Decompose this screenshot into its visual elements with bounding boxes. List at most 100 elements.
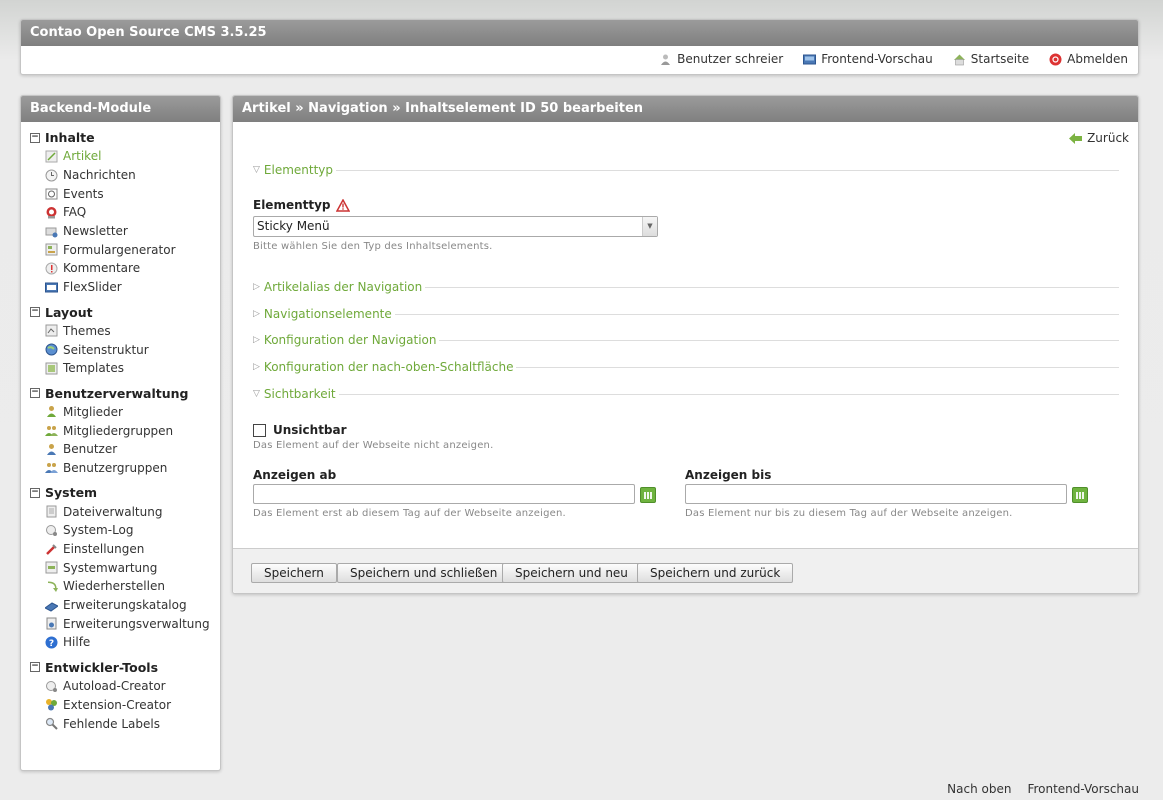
legend-konfiguration[interactable]: ▷ Konfiguration der Navigation [253,332,1119,348]
legend-nachoben[interactable]: ▷ Konfiguration der nach-oben-Schaltfläc… [253,359,1119,375]
sidebar-item-autoload-creator[interactable]: Autoload-Creator [30,677,220,696]
frontend-preview-link[interactable]: Frontend-Vorschau [803,52,933,66]
sidebar-item-artikel[interactable]: Artikel [30,147,220,166]
sidebar-item-benutzergruppen[interactable]: Benutzergruppen [30,459,220,478]
sidebar-item-label: Dateiverwaltung [63,504,163,519]
home-icon [953,53,966,66]
sidebar-item-templates[interactable]: Templates [30,359,220,378]
sidebar-item-kommentare[interactable]: Kommentare [30,259,220,278]
legend-label: Navigationselemente [263,307,392,321]
sidebar-item-label: Kommentare [63,261,141,276]
home-link[interactable]: Startseite [953,52,1029,66]
settings-icon [45,543,58,556]
sidebar-title: Backend-Module [21,96,220,122]
sidebar-item-wiederherstellen[interactable]: Wiederherstellen [30,577,220,596]
save-back-button[interactable]: Speichern und zurück [637,563,794,583]
footer-preview-link[interactable]: Frontend-Vorschau [1027,782,1139,796]
nav-group-label: Entwickler-Tools [45,659,159,675]
calendar-icon[interactable] [640,487,656,503]
save-close-button[interactable]: Speichern und schließen [337,563,511,583]
sidebar-item-label: Seitenstruktur [63,342,149,357]
newsletter-icon [45,225,58,238]
sidebar-item-erweiterungskatalog[interactable]: Erweiterungskatalog [30,596,220,615]
sidebar-item-flexslider[interactable]: FlexSlider [30,278,220,297]
catalog-icon [44,599,59,612]
expanded-triangle-icon: ▽ [253,165,260,175]
user-link[interactable]: Benutzer schreier [659,52,783,66]
expanded-triangle-icon: ▽ [253,389,260,399]
sidebar-item-extension-creator[interactable]: Extension-Creator [30,696,220,715]
unsichtbar-hint: Das Element auf der Webseite nicht anzei… [253,440,494,451]
legend-artikelalias[interactable]: ▷ Artikelalias der Navigation [253,279,1119,295]
app-header: Contao Open Source CMS 3.5.25 Benutzer s… [20,19,1139,75]
elementtyp-label-text: Elementtyp [253,198,331,212]
legend-divider [516,366,1119,368]
collapse-icon: − [30,306,40,317]
nav-group-label: Benutzerverwaltung [45,385,189,401]
sidebar-item-mitgliedergruppen[interactable]: Mitgliedergruppen [30,421,220,440]
sidebar-item-label: Themes [63,323,111,338]
autoload-icon [45,680,58,693]
sidebar-item-system-log[interactable]: System-Log [30,521,220,540]
anzeigen-ab-input[interactable] [253,484,635,504]
form-submit-bar: Speichern Speichern und schließen Speich… [233,548,1138,593]
anzeigen-bis-input[interactable] [685,484,1067,504]
sidebar-item-faq[interactable]: FAQ [30,203,220,222]
legend-navigationselemente[interactable]: ▷ Navigationselemente [253,306,1119,322]
sidebar-item-label: Templates [63,361,125,376]
collapsed-triangle-icon: ▷ [253,362,260,372]
calendar-icon[interactable] [1072,487,1088,503]
sidebar-item-seitenstruktur[interactable]: Seitenstruktur [30,340,220,359]
sidebar-item-label: Benutzer [63,442,118,457]
sidebar-item-einstellungen[interactable]: Einstellungen [30,540,220,559]
sidebar-item-label: Benutzergruppen [63,460,168,475]
nav-group-header[interactable]: − Layout [30,303,220,322]
app-title: Contao Open Source CMS 3.5.25 [21,20,1138,46]
anzeigen-bis-hint: Das Element nur bis zu diesem Tag auf de… [685,508,1013,519]
nav-group-header[interactable]: − Benutzerverwaltung [30,384,220,403]
legend-label: Sichtbarkeit [263,387,336,401]
warning-icon [335,197,350,212]
calendar-icon [45,187,58,200]
sidebar-item-events[interactable]: Events [30,184,220,203]
sidebar-item-fehlende-labels[interactable]: Fehlende Labels [30,714,220,733]
sidebar-item-label: Events [63,186,104,201]
sidebar-item-newsletter[interactable]: Newsletter [30,222,220,241]
sidebar-item-hilfe[interactable]: ? Hilfe [30,633,220,652]
sidebar-item-label: Erweiterungsverwaltung [63,616,210,631]
elementtyp-select[interactable]: Sticky Menü ▼ [253,216,658,237]
save-new-button[interactable]: Speichern und neu [502,563,641,583]
nav-group-system: − System Dateiverwaltung System-Log Einst… [21,483,220,652]
nav-group-label: System [45,485,98,501]
sidebar-item-label: Wiederherstellen [63,579,165,594]
legend-elementtyp[interactable]: ▽ Elementtyp [253,162,1119,178]
legend-divider [338,393,1119,395]
legend-label: Konfiguration der nach-oben-Schaltfläche [263,360,514,374]
back-to-top-link[interactable]: Nach oben [947,782,1011,796]
member-icon [45,405,58,418]
sidebar-item-formulargenerator[interactable]: Formulargenerator [30,240,220,259]
nav-group-header[interactable]: − Inhalte [30,128,220,147]
unsichtbar-label[interactable]: Unsichtbar [273,423,347,437]
chevron-down-icon: ▼ [642,217,657,236]
sidebar-item-label: Mitglieder [63,404,123,419]
legend-divider [394,313,1119,315]
sidebar-item-nachrichten[interactable]: Nachrichten [30,166,220,185]
sidebar-item-themes[interactable]: Themes [30,322,220,341]
sidebar-item-dateiverwaltung[interactable]: Dateiverwaltung [30,502,220,521]
legend-sichtbarkeit[interactable]: ▽ Sichtbarkeit [253,386,1119,402]
maintenance-icon [45,561,58,574]
nav-group-header[interactable]: − Entwickler-Tools [30,658,220,677]
anzeigen-ab-label: Anzeigen ab [253,468,337,482]
logout-link[interactable]: Abmelden [1049,52,1128,66]
nav-group-header[interactable]: − System [30,483,220,502]
save-button[interactable]: Speichern [251,563,337,583]
anzeigen-ab-hint: Das Element erst ab diesem Tag auf der W… [253,508,566,519]
back-link[interactable]: Zurück [1069,131,1129,145]
sidebar-item-mitglieder[interactable]: Mitglieder [30,403,220,422]
files-icon [45,505,58,518]
sidebar-item-benutzer[interactable]: Benutzer [30,440,220,459]
unsichtbar-checkbox[interactable] [253,424,266,437]
sidebar-item-systemwartung[interactable]: Systemwartung [30,558,220,577]
sidebar-item-erweiterungsverwaltung[interactable]: Erweiterungsverwaltung [30,614,220,633]
